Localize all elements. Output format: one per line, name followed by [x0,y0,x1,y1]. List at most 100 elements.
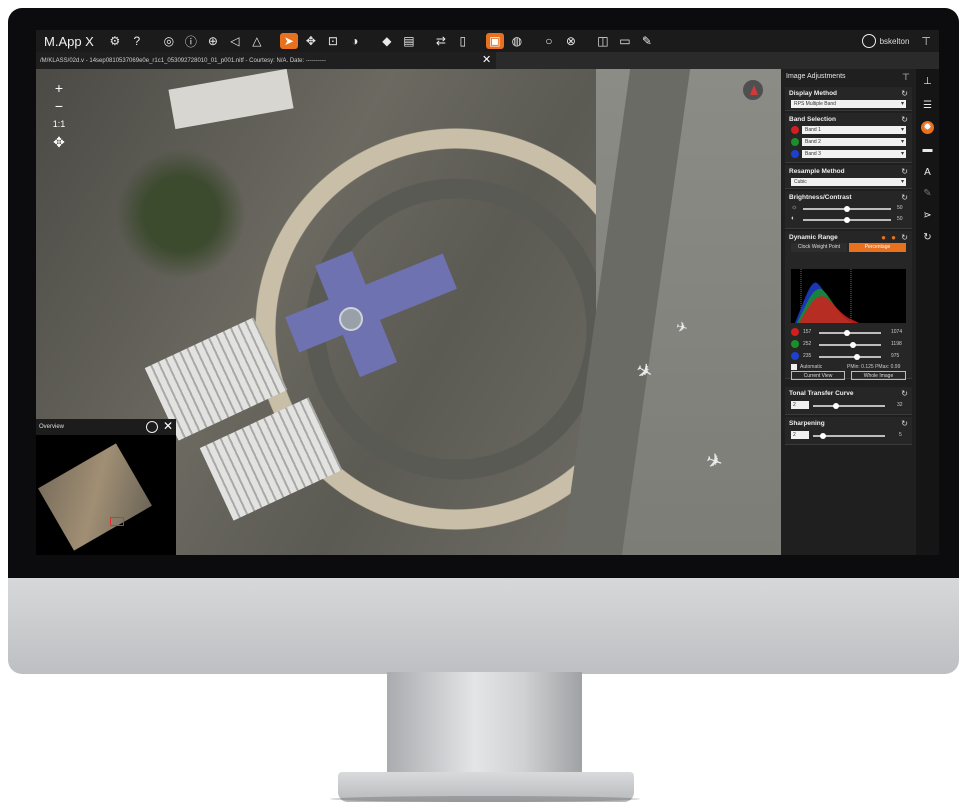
edit-icon[interactable]: ✎ [921,187,934,200]
red-range-slider[interactable] [819,330,881,336]
vegetation [116,149,246,279]
user-menu[interactable]: bskelton ⊤ [861,34,931,48]
stats-label: PMin: 0.125 PMax: 0.99 [847,364,901,370]
scale-button[interactable]: 1:1 [52,115,66,133]
text-icon[interactable]: A [921,166,934,179]
sharpening-select[interactable]: 2 [791,431,809,439]
info-icon[interactable]: ⓘ [182,33,200,49]
rotate-icon[interactable]: ↻ [921,231,934,244]
monitor-mockup: M.App X ⚙ ? ◎ ⓘ ⊕ ◁ △ ➤ ✥ ⊡ ◑ ◆ ▤ ⇄ ▯ ▣ … [0,0,959,803]
monitor-stand-neck [387,672,582,780]
settings-icon[interactable]: ⚙ [106,33,124,49]
reset-icon[interactable]: ↻ [901,419,908,428]
reset-icon[interactable]: ↻ [901,89,908,98]
contrast-icon: ◐ [791,215,796,222]
green-high-value: 1198 [891,341,902,347]
band-select-blue[interactable]: Band 3 [802,150,906,158]
dynamic-range-section: Dynamic Range ● ● ↻ Clock Weight Point P… [785,231,912,379]
ruler-icon[interactable]: ⊥ [921,75,934,88]
edit-icon[interactable]: ● [881,233,886,242]
section-title: Brightness/Contrast [789,194,852,201]
window-icon[interactable]: ▭ [616,33,634,49]
zoom-out-button[interactable]: − [52,97,66,115]
reset-icon[interactable]: ↻ [901,233,908,242]
slider-knob[interactable] [844,330,851,336]
tonal-value: 32 [897,402,903,408]
layers-dash-icon[interactable]: ▬ [921,143,934,156]
brightness-slider[interactable] [803,206,891,212]
slider-knob[interactable] [853,354,860,360]
close-icon[interactable]: ✕ [163,419,173,433]
sharpening-slider[interactable] [813,433,885,439]
histogram-chart [795,269,859,323]
viewport-box[interactable] [110,517,124,526]
contrast-slider[interactable] [803,217,891,223]
zoom-box-icon[interactable]: ⊡ [324,33,342,49]
split-icon[interactable]: ◫ [594,33,612,49]
camera-icon[interactable] [146,421,158,433]
slider-knob[interactable] [844,217,850,223]
half-circle-icon[interactable]: ◑ [346,33,364,49]
help-icon[interactable]: ? [128,33,146,49]
sun-icon[interactable]: ✹ [921,121,934,134]
whole-image-button[interactable]: Whole Image [851,371,906,380]
list-icon[interactable]: ☰ [921,99,934,112]
compass-icon[interactable] [742,79,764,101]
username: bskelton [879,36,910,46]
avatar [861,34,876,48]
mode-clock-weight[interactable]: Clock Weight Point [791,243,847,252]
automatic-checkbox[interactable] [791,364,797,370]
back-icon[interactable]: ◁ [226,33,244,49]
resample-select[interactable]: Cubic [791,178,906,186]
mode-percentage[interactable]: Percentage [849,243,906,252]
pan-icon[interactable]: ✥ [302,33,320,49]
reset-icon[interactable]: ↻ [901,193,908,202]
remove-icon[interactable]: ⊗ [562,33,580,49]
display-method-select[interactable]: RPS Multiple Band [791,100,906,108]
brightness-icon: ☼ [791,204,798,211]
dim-icon[interactable]: ▯ [454,33,472,49]
overview-thumbnail[interactable] [38,443,152,551]
pin-icon[interactable]: ⊤ [921,35,931,48]
resample-section: Resample Method ↻ Cubic [785,165,912,189]
swap-icon[interactable]: ⇄ [432,33,450,49]
tonal-slider[interactable] [813,403,885,409]
slider-knob[interactable] [849,342,856,348]
select-icon[interactable]: ➤ [279,33,298,49]
reset-icon[interactable]: ↻ [901,167,908,176]
lock-icon[interactable]: ● [891,233,896,242]
zoom-in-button[interactable]: + [52,79,66,97]
section-title: Resample Method [789,168,845,175]
tab-image[interactable]: /M/KLASS/02d.v - 14sep0810537069e0e_r1c1… [36,52,496,69]
slider-knob[interactable] [844,206,850,212]
share-icon[interactable]: ⋗ [921,209,934,222]
section-title: Display Method [789,90,838,97]
reset-icon[interactable]: ↻ [901,389,908,398]
current-view-button[interactable]: Current View [791,371,845,380]
pin-icon[interactable]: ⊤ [902,72,910,83]
circle-icon[interactable]: ○ [540,33,558,49]
band-selection-section: Band Selection ↻ Band 1 Band 2 Band 3 [785,113,912,163]
layers-icon[interactable]: ◎ [160,33,178,49]
blue-range-slider[interactable] [819,354,881,360]
tag-icon[interactable]: ◆ [378,33,396,49]
automatic-label: Automatic [800,364,823,370]
globe-icon[interactable]: ◍ [508,33,526,49]
reset-icon[interactable]: ↻ [901,115,908,124]
band-select-red[interactable]: Band 1 [802,126,906,134]
pencil-icon[interactable]: ✎ [638,33,656,49]
close-icon[interactable]: ✕ [482,53,491,66]
stack-icon[interactable]: ▤ [400,33,418,49]
slider-knob[interactable] [819,433,826,439]
band-select-green[interactable]: Band 2 [802,138,906,146]
display-method-section: Display Method ↻ RPS Multiple Band [785,87,912,111]
section-title: Dynamic Range [789,234,838,241]
green-band-dot [791,138,799,146]
slider-knob[interactable] [832,403,839,409]
up-icon[interactable]: △ [248,33,266,49]
tonal-select[interactable]: 2 [791,401,809,409]
green-range-slider[interactable] [819,342,881,348]
pan-control[interactable]: ✥ [52,133,66,151]
add-icon[interactable]: ⊕ [204,33,222,49]
image-icon[interactable]: ▣ [485,33,504,49]
